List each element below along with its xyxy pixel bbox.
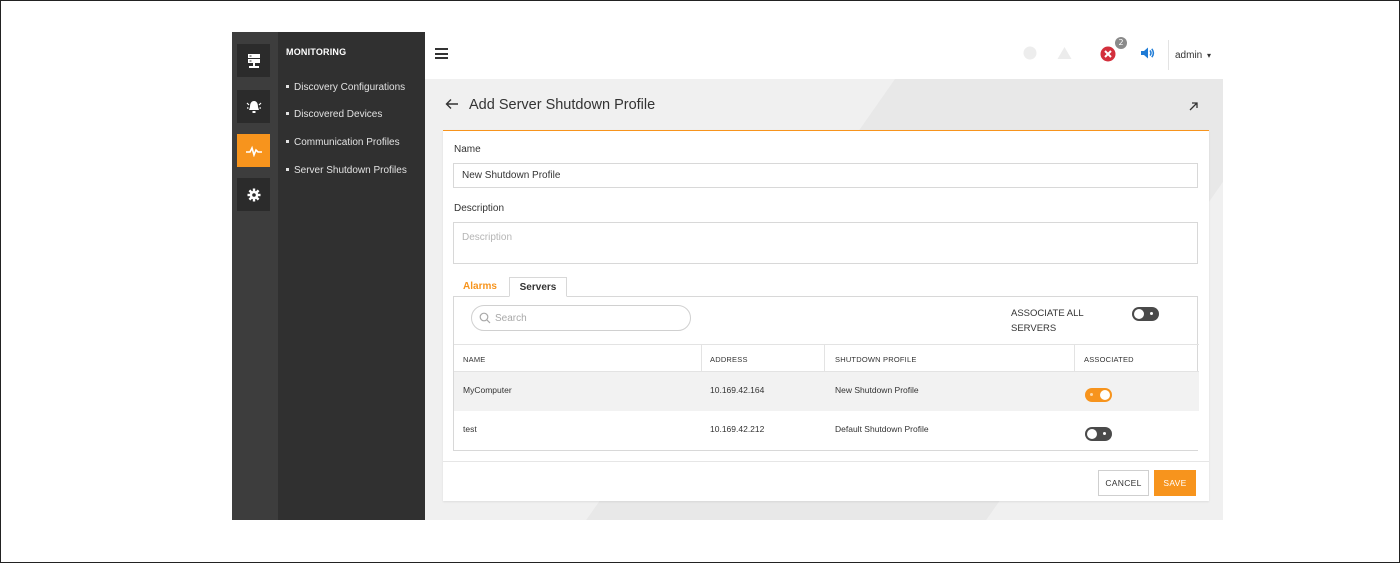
top-bar: 2 admin ▾ — [425, 32, 1223, 79]
profile-form-card: Name New Shutdown Profile Description De… — [443, 130, 1209, 501]
associated-toggle[interactable] — [1085, 427, 1112, 441]
pulse-icon — [245, 145, 262, 157]
server-address: 10.169.42.212 — [710, 424, 765, 434]
associate-all-toggle[interactable] — [1132, 307, 1159, 321]
critical-alarm-icon[interactable] — [1100, 46, 1116, 62]
server-name: test — [463, 424, 477, 434]
gear-icon — [247, 188, 260, 201]
rail-alarms-button[interactable] — [237, 90, 270, 123]
search-placeholder: Search — [495, 313, 527, 324]
nav-title: MONITORING — [286, 47, 347, 57]
nav-item-label: Discovery Configurations — [294, 82, 406, 93]
warning-icon[interactable] — [1057, 46, 1072, 60]
speaker-icon[interactable] — [1140, 46, 1155, 60]
column-header-address[interactable]: ADDRESS — [710, 355, 748, 364]
column-header-name[interactable]: NAME — [463, 355, 485, 364]
column-header-shutdown-profile[interactable]: SHUTDOWN PROFILE — [835, 355, 917, 364]
alarm-count-badge: 2 — [1115, 37, 1127, 49]
rail-devices-button[interactable] — [237, 44, 270, 77]
nav-item-communication-profiles[interactable]: Communication Profiles — [286, 137, 400, 148]
nav-item-discovered-devices[interactable]: Discovered Devices — [286, 109, 382, 120]
main-content: 2 admin ▾ Add Server Shutdown Profile Na… — [425, 32, 1223, 520]
server-address: 10.169.42.164 — [710, 385, 765, 395]
rail-settings-button[interactable] — [237, 178, 270, 211]
name-label: Name — [454, 144, 481, 155]
bell-alarm-icon — [246, 100, 261, 113]
table-row[interactable]: MyComputer 10.169.42.164 New Shutdown Pr… — [454, 372, 1199, 411]
icon-rail — [232, 32, 278, 520]
tab-alarms[interactable]: Alarms — [455, 277, 505, 297]
save-button[interactable]: SAVE — [1154, 470, 1196, 496]
cancel-button[interactable]: CANCEL — [1098, 470, 1149, 496]
bullet-icon — [286, 84, 289, 88]
topbar-divider — [1168, 40, 1169, 70]
server-profile: New Shutdown Profile — [835, 385, 919, 395]
monitoring-nav: MONITORING Discovery Configurations Disc… — [278, 32, 425, 520]
menu-button[interactable] — [435, 48, 448, 59]
tab-servers[interactable]: Servers — [509, 277, 567, 297]
server-icon — [247, 53, 260, 68]
rail-monitoring-button[interactable] — [237, 134, 270, 167]
nav-item-server-shutdown-profiles[interactable]: Server Shutdown Profiles — [286, 165, 407, 176]
expand-icon[interactable] — [1188, 101, 1199, 112]
table-row[interactable]: test 10.169.42.212 Default Shutdown Prof… — [454, 411, 1199, 450]
caret-down-icon: ▾ — [1207, 51, 1212, 60]
bullet-icon — [286, 111, 289, 115]
screen: MONITORING Discovery Configurations Disc… — [0, 0, 1400, 563]
nav-item-discovery-configurations[interactable]: Discovery Configurations — [286, 82, 405, 93]
table-header: NAME ADDRESS SHUTDOWN PROFILE ASSOCIATED — [454, 344, 1199, 373]
bullet-icon — [286, 139, 289, 143]
nav-item-label: Discovered Devices — [294, 109, 383, 120]
footer-divider — [443, 461, 1209, 462]
hamburger-icon — [435, 48, 448, 50]
page-title: Add Server Shutdown Profile — [469, 97, 656, 113]
column-header-associated[interactable]: ASSOCIATED — [1084, 355, 1134, 364]
server-profile: Default Shutdown Profile — [835, 424, 929, 434]
servers-panel: Search ASSOCIATE ALL SERVERS NAME ADDRES… — [453, 296, 1199, 451]
search-icon — [479, 312, 491, 324]
associate-all-label: ASSOCIATE ALL SERVERS — [1011, 308, 1084, 334]
nav-item-label: Communication Profiles — [294, 137, 400, 148]
name-field[interactable]: New Shutdown Profile — [453, 163, 1198, 188]
info-icon[interactable] — [1023, 46, 1037, 60]
description-label: Description — [454, 203, 505, 214]
bullet-icon — [286, 167, 289, 171]
search-input[interactable]: Search — [471, 305, 691, 331]
description-field[interactable]: Description — [453, 222, 1198, 264]
user-menu[interactable]: admin ▾ — [1175, 50, 1211, 61]
username: admin — [1175, 50, 1203, 61]
nav-item-label: Server Shutdown Profiles — [294, 165, 407, 176]
server-name: MyComputer — [463, 385, 512, 395]
associated-toggle[interactable] — [1085, 388, 1112, 402]
back-arrow-icon[interactable] — [445, 98, 459, 110]
